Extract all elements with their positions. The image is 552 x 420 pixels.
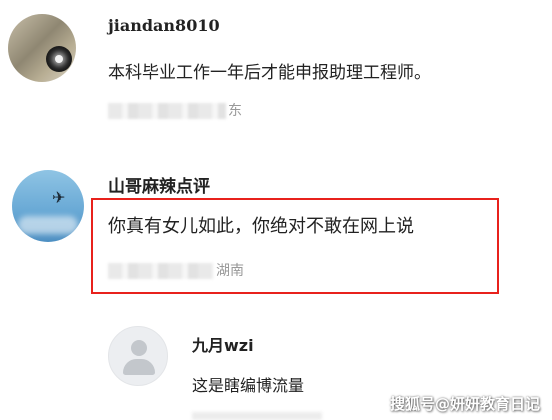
blurred-time-location	[108, 103, 226, 119]
comment-username[interactable]: 山哥麻辣点评	[108, 172, 210, 197]
comment-text: 本科毕业工作一年后才能申报助理工程师。	[108, 63, 431, 83]
airplane-icon: ✈	[52, 188, 66, 207]
avatar-cloud	[18, 216, 78, 234]
comment-location: 东	[228, 103, 242, 119]
avatar[interactable]	[8, 14, 76, 82]
reply-text: 这是瞎编博流量	[192, 376, 305, 395]
comment-item: jiandan8010 本科毕业工作一年后才能申报助理工程师。 东	[0, 0, 552, 150]
comment-username[interactable]: jiandan8010	[108, 16, 220, 35]
reply-username[interactable]: 九月wzi	[192, 332, 254, 356]
comment-item: ✈ 山哥麻辣点评 你真有女儿如此，你绝对不敢在网上说 湖南	[0, 150, 552, 320]
avatar-head-shape	[131, 340, 147, 356]
comment-location: 湖南	[216, 263, 244, 279]
blurred-time-location	[108, 263, 214, 279]
blurred-reply-meta	[192, 412, 322, 420]
comment-text: 你真有女儿如此，你绝对不敢在网上说	[108, 216, 414, 237]
watermark: 搜狐号@妍妍教育日记	[389, 395, 540, 413]
default-user-avatar-icon[interactable]	[108, 326, 168, 386]
comment-meta: 湖南	[108, 260, 244, 280]
avatar-image-detail	[46, 46, 72, 72]
comment-meta: 东	[108, 100, 242, 120]
avatar-body-shape	[123, 359, 155, 375]
avatar[interactable]: ✈	[12, 170, 84, 242]
